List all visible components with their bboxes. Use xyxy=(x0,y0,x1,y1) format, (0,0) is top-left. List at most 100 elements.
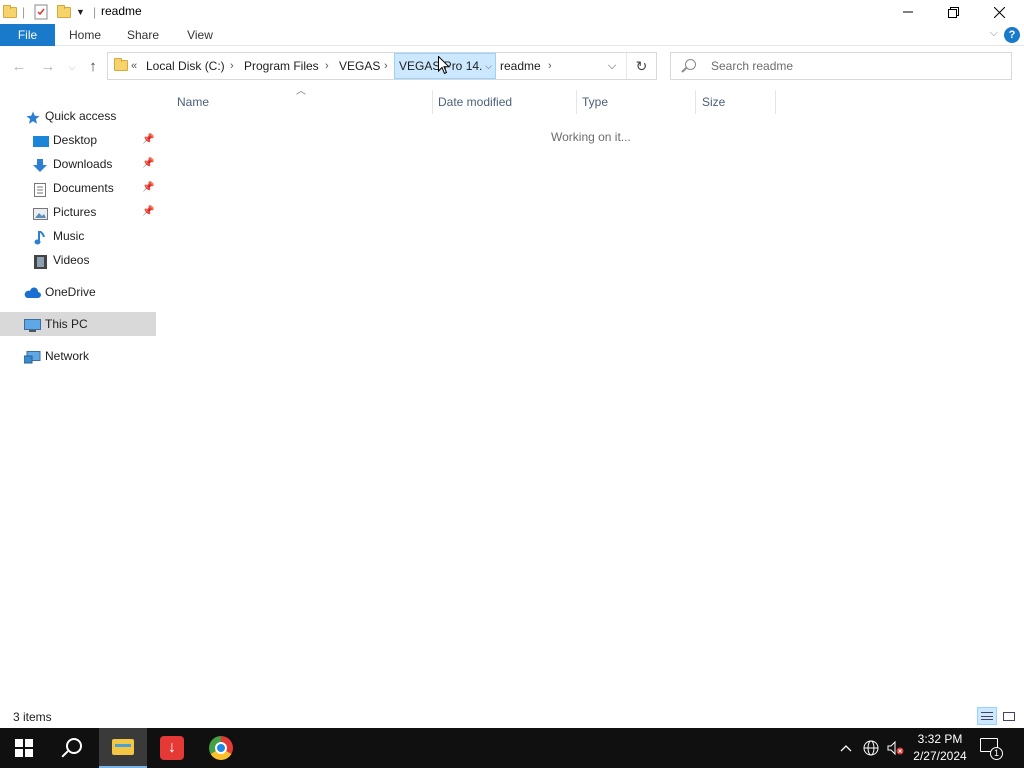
folder-icon xyxy=(3,3,17,21)
sidebar-item-desktop[interactable]: Desktop 📌 xyxy=(0,128,156,152)
chevron-right-icon[interactable]: › xyxy=(325,53,329,79)
cloud-icon xyxy=(24,285,41,299)
column-divider[interactable] xyxy=(695,90,696,114)
file-list[interactable]: ︿ Name Date modified Type Size Working o… xyxy=(160,86,1024,703)
pictures-icon xyxy=(33,205,48,220)
breadcrumb-vegas[interactable]: VEGAS xyxy=(339,53,380,79)
sidebar-item-this-pc[interactable]: This PC xyxy=(0,312,156,336)
start-icon[interactable] xyxy=(0,728,48,768)
up-icon[interactable]: ↑ xyxy=(83,57,103,77)
breadcrumb-dropdown-icon[interactable]: ⌵ xyxy=(482,53,496,79)
loading-message: Working on it... xyxy=(551,130,631,144)
pin-icon[interactable]: 📌 xyxy=(142,200,154,224)
navigation-bar: ← → ⌵ ↑ « Local Disk (C:) › Program File… xyxy=(0,49,1024,85)
pin-icon[interactable]: 📌 xyxy=(142,128,154,152)
search-placeholder: Search readme xyxy=(711,59,794,73)
breadcrumb-readme[interactable]: readme xyxy=(500,53,541,79)
search-icon[interactable] xyxy=(48,728,96,768)
download-arrow-icon xyxy=(33,157,47,172)
film-icon xyxy=(34,253,48,269)
column-header-type[interactable]: Type xyxy=(582,92,608,112)
sidebar-item-videos[interactable]: Videos xyxy=(0,248,156,272)
sidebar-item-label: Documents xyxy=(53,181,114,195)
desktop-icon xyxy=(33,133,49,147)
notification-count-badge: 1 xyxy=(990,747,1003,760)
tab-file[interactable]: File xyxy=(0,24,55,46)
address-bar[interactable]: « Local Disk (C:) › Program Files › VEGA… xyxy=(107,52,657,80)
sidebar-item-onedrive[interactable]: OneDrive xyxy=(0,280,156,304)
large-icons-view-icon[interactable] xyxy=(999,707,1019,725)
sidebar-item-label: Quick access xyxy=(45,109,117,123)
ribbon-tabs: File Home Share View ⌵ ? xyxy=(0,24,1024,46)
close-icon[interactable] xyxy=(976,0,1022,24)
sidebar-item-pictures[interactable]: Pictures 📌 xyxy=(0,200,156,224)
pin-icon[interactable]: 📌 xyxy=(142,152,154,176)
sidebar-item-documents[interactable]: Documents 📌 xyxy=(0,176,156,200)
column-divider[interactable] xyxy=(576,90,577,114)
tab-view[interactable]: View xyxy=(180,24,220,46)
sidebar-item-label: This PC xyxy=(45,317,88,331)
separator: | xyxy=(93,5,97,19)
sidebar-item-label: OneDrive xyxy=(45,285,96,299)
sidebar-item-network[interactable]: Network xyxy=(0,344,156,368)
system-clock[interactable]: 3:32 PM 2/27/2024 xyxy=(908,731,972,765)
search-icon xyxy=(685,59,696,70)
sidebar-item-music[interactable]: Music xyxy=(0,224,156,248)
breadcrumb-local-disk[interactable]: Local Disk (C:) xyxy=(146,53,225,79)
address-history-icon[interactable]: ⌵ xyxy=(602,53,622,79)
breadcrumb-overflow[interactable]: « xyxy=(131,53,137,79)
sidebar-item-quick-access[interactable]: Quick access xyxy=(0,104,156,128)
new-folder-icon[interactable] xyxy=(57,3,71,21)
separator: | xyxy=(22,5,26,19)
network-icon xyxy=(23,349,41,364)
forward-icon[interactable]: → xyxy=(38,57,58,77)
show-hidden-icons-icon[interactable] xyxy=(836,728,856,768)
details-view-icon[interactable] xyxy=(977,707,997,725)
column-header-size[interactable]: Size xyxy=(702,92,725,112)
title-bar: | ▼ | readme xyxy=(0,0,1024,24)
chevron-right-icon[interactable]: › xyxy=(548,53,552,79)
back-icon[interactable]: ← xyxy=(9,57,29,77)
status-bar: 3 items xyxy=(0,704,1024,728)
item-count: 3 items xyxy=(13,710,52,724)
search-input[interactable]: Search readme xyxy=(670,52,1012,80)
column-header-name[interactable]: Name xyxy=(177,92,209,112)
expand-ribbon-icon[interactable]: ⌵ xyxy=(990,27,998,40)
column-divider[interactable] xyxy=(432,90,433,114)
tab-share[interactable]: Share xyxy=(122,24,164,46)
chevron-right-icon[interactable]: › xyxy=(230,53,234,79)
taskbar: ↓ 3:32 PM 2/27/2024 1 xyxy=(0,728,1024,768)
pin-icon[interactable]: 📌 xyxy=(142,176,154,200)
document-icon xyxy=(34,181,48,197)
sidebar-item-label: Videos xyxy=(53,253,90,267)
sidebar-item-label: Pictures xyxy=(53,205,97,219)
sort-ascending-icon: ︿ xyxy=(296,86,306,97)
chevron-right-icon[interactable]: › xyxy=(384,53,388,79)
clock-time: 3:32 PM xyxy=(917,732,963,746)
customize-quick-access-icon[interactable]: ▼ xyxy=(76,3,85,21)
volume-muted-icon[interactable] xyxy=(884,728,906,768)
minimize-icon[interactable] xyxy=(885,0,931,24)
network-globe-icon[interactable] xyxy=(860,728,882,768)
computer-icon xyxy=(24,317,41,332)
sidebar-item-downloads[interactable]: Downloads 📌 xyxy=(0,152,156,176)
breadcrumb-program-files[interactable]: Program Files xyxy=(244,53,319,79)
recent-locations-icon[interactable]: ⌵ xyxy=(62,57,82,77)
folder-icon xyxy=(114,58,128,71)
chrome-icon[interactable] xyxy=(197,728,245,768)
tab-home[interactable]: Home xyxy=(62,24,108,46)
column-divider[interactable] xyxy=(775,90,776,114)
sidebar-item-label: Downloads xyxy=(53,157,113,171)
navigation-pane: Quick access Desktop 📌 Downloads 📌 Docum… xyxy=(0,88,156,703)
file-explorer-icon[interactable] xyxy=(99,728,147,768)
properties-icon[interactable] xyxy=(33,3,49,21)
sidebar-item-label: Network xyxy=(45,349,90,363)
download-manager-icon[interactable]: ↓ xyxy=(148,728,196,768)
action-center-icon[interactable]: 1 xyxy=(980,738,1004,760)
restore-icon[interactable] xyxy=(930,0,976,24)
music-note-icon xyxy=(34,229,48,245)
clock-date: 2/27/2024 xyxy=(913,749,967,763)
column-header-date-modified[interactable]: Date modified xyxy=(438,92,512,112)
help-icon[interactable]: ? xyxy=(1004,27,1020,43)
refresh-icon[interactable]: ↻ xyxy=(626,53,656,79)
